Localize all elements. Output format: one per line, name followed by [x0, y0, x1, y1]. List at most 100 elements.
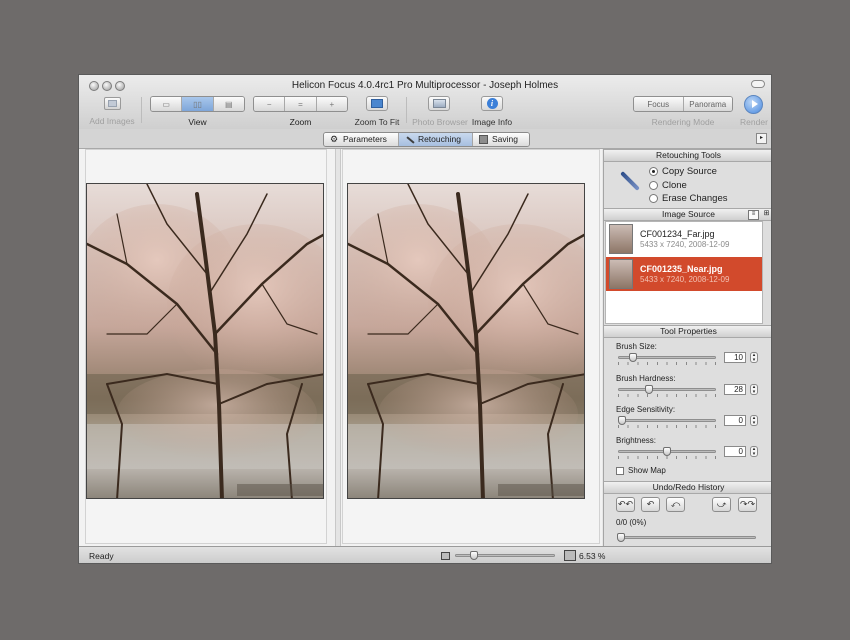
tab-saving[interactable]: Saving: [472, 133, 529, 146]
edge-sensitivity-stepper[interactable]: ▴ ▾: [750, 415, 758, 426]
zoom-out-icon[interactable]: −: [254, 97, 286, 111]
photo-browser-icon: [432, 99, 446, 108]
render-button[interactable]: Render: [739, 95, 769, 127]
tab-parameters-label: Parameters: [343, 134, 387, 144]
brightness-label: Brightness:: [616, 436, 657, 445]
image-info-label: Image Info: [471, 117, 513, 127]
show-map-checkbox[interactable]: [616, 466, 624, 475]
collapse-sidebar-button[interactable]: ▸: [756, 133, 767, 144]
redo-button[interactable]: ⤻: [712, 497, 731, 512]
edge-sensitivity-knob[interactable]: [618, 416, 626, 425]
radio-clone-label: Clone: [662, 180, 687, 191]
list-view-icon[interactable]: ≡: [748, 210, 759, 220]
zoom-segmented-control[interactable]: − = +: [253, 96, 348, 112]
photo-browser-button[interactable]: Photo Browser: [411, 95, 469, 127]
brightness-field[interactable]: 0: [724, 446, 746, 457]
zoom-actual-icon[interactable]: =: [285, 97, 317, 111]
view-stack-icon[interactable]: ▤: [213, 97, 244, 111]
zoom-percent: 6.53 %: [579, 551, 606, 561]
undo-step-button[interactable]: ↶: [641, 497, 660, 512]
mode-focus[interactable]: Focus: [634, 97, 684, 111]
undo-all-button[interactable]: ↶↶: [616, 497, 635, 512]
brush-size-ticks: [618, 362, 716, 365]
image-info-button[interactable]: i Image Info: [469, 95, 515, 127]
zoom-knob[interactable]: [470, 551, 478, 560]
zoom-in-icon[interactable]: +: [316, 97, 347, 111]
brush-size-field[interactable]: 10: [724, 352, 746, 363]
brush-hardness-field[interactable]: 28: [724, 384, 746, 395]
tree-photo-right: [348, 184, 584, 498]
radio-erase-changes-button[interactable]: [649, 194, 658, 203]
view-split-icon[interactable]: ▯▯: [182, 97, 214, 111]
image-source-header: Image Source ≡ ⊞: [604, 208, 771, 221]
history-status: 0/0 (0%): [616, 518, 647, 527]
brush-size-knob[interactable]: [628, 353, 637, 362]
list-item[interactable]: CF001235_Near.jpg 5433 x 7240, 2008-12-0…: [606, 257, 762, 291]
edge-sensitivity-field[interactable]: 0: [724, 415, 746, 426]
radio-erase-changes[interactable]: Erase Changes: [649, 193, 727, 204]
source-meta: 5433 x 7240, 2008-12-09: [640, 275, 730, 284]
show-map-label: Show Map: [628, 466, 666, 475]
pane-splitter[interactable]: [335, 149, 341, 546]
image-source-title: Image Source: [662, 209, 715, 219]
source-filename: CF001235_Near.jpg: [640, 264, 723, 274]
detail-view-icon[interactable]: ⊞: [762, 210, 771, 218]
info-icon: i: [486, 98, 498, 109]
brightness-slider[interactable]: [618, 447, 716, 456]
mode-panorama[interactable]: Panorama: [683, 97, 732, 111]
undo-button[interactable]: ⤺: [666, 497, 685, 512]
edge-sensitivity-slider[interactable]: [618, 416, 716, 425]
radio-copy-source-button[interactable]: [649, 167, 658, 176]
right-image-pane[interactable]: [342, 149, 600, 544]
view-segmented-control[interactable]: ▭ ▯▯ ▤: [150, 96, 245, 112]
radio-copy-source-label: Copy Source: [662, 166, 717, 177]
retouching-sidebar: Retouching Tools Copy Source Clone Erase…: [603, 149, 771, 546]
brush-hardness-knob[interactable]: [645, 385, 653, 394]
source-meta: 5433 x 7240, 2008-12-09: [640, 240, 730, 249]
left-image-pane[interactable]: [85, 149, 327, 544]
render-play-icon: [744, 95, 763, 114]
zoom-slider[interactable]: [455, 551, 555, 560]
tab-parameters[interactable]: ⚙ Parameters: [324, 133, 399, 146]
brush-size-slider[interactable]: [618, 353, 716, 362]
brush-hardness-slider[interactable]: [618, 385, 716, 394]
tab-saving-label: Saving: [491, 134, 518, 144]
view-label: View: [188, 117, 207, 127]
view-single-icon[interactable]: ▭: [151, 97, 183, 111]
retouching-tools-header: Retouching Tools: [604, 149, 771, 162]
thumbnail: [609, 224, 633, 254]
redo-all-button[interactable]: ↷↷: [738, 497, 757, 512]
status-text: Ready: [89, 551, 114, 561]
result-photo[interactable]: [86, 183, 324, 499]
radio-clone-button[interactable]: [649, 181, 658, 190]
list-item[interactable]: CF001234_Far.jpg 5433 x 7240, 2008-12-09: [606, 222, 762, 256]
brush-size-stepper[interactable]: ▴ ▾: [750, 352, 758, 363]
add-images-button[interactable]: Add Images: [89, 95, 135, 127]
show-map-checkbox-row[interactable]: Show Map: [616, 466, 666, 475]
gear-icon: ⚙: [330, 134, 339, 144]
brush-hardness-stepper[interactable]: ▴ ▾: [750, 384, 758, 395]
brightness-ticks: [618, 456, 716, 459]
brush-icon: [405, 135, 415, 144]
radio-erase-changes-label: Erase Changes: [662, 193, 728, 204]
brightness-stepper[interactable]: ▴ ▾: [750, 446, 758, 457]
toolbar-divider: [141, 97, 142, 123]
toolbar-divider: [406, 97, 407, 123]
brightness-knob[interactable]: [663, 447, 671, 456]
zoom-to-fit-label: Zoom To Fit: [354, 117, 400, 127]
toolbar-toggle-button[interactable]: [751, 80, 765, 88]
source-photo[interactable]: [347, 183, 585, 499]
brush-hardness-label: Brush Hardness:: [616, 374, 676, 383]
add-images-label: Add Images: [89, 116, 135, 126]
radio-clone[interactable]: Clone: [649, 180, 687, 191]
rendering-mode-control[interactable]: Focus Panorama: [633, 96, 733, 112]
window-title: Helicon Focus 4.0.4rc1 Pro Multiprocesso…: [291, 80, 559, 91]
radio-copy-source[interactable]: Copy Source: [649, 166, 717, 177]
zoom-to-fit-button[interactable]: Zoom To Fit: [353, 95, 401, 127]
status-bar: Ready 6.53 %: [79, 546, 771, 563]
tab-retouching-label: Retouching: [417, 134, 461, 144]
tab-retouching[interactable]: Retouching: [398, 133, 473, 146]
history-slider[interactable]: [617, 533, 756, 542]
save-icon: [478, 135, 488, 144]
history-knob[interactable]: [617, 533, 625, 542]
